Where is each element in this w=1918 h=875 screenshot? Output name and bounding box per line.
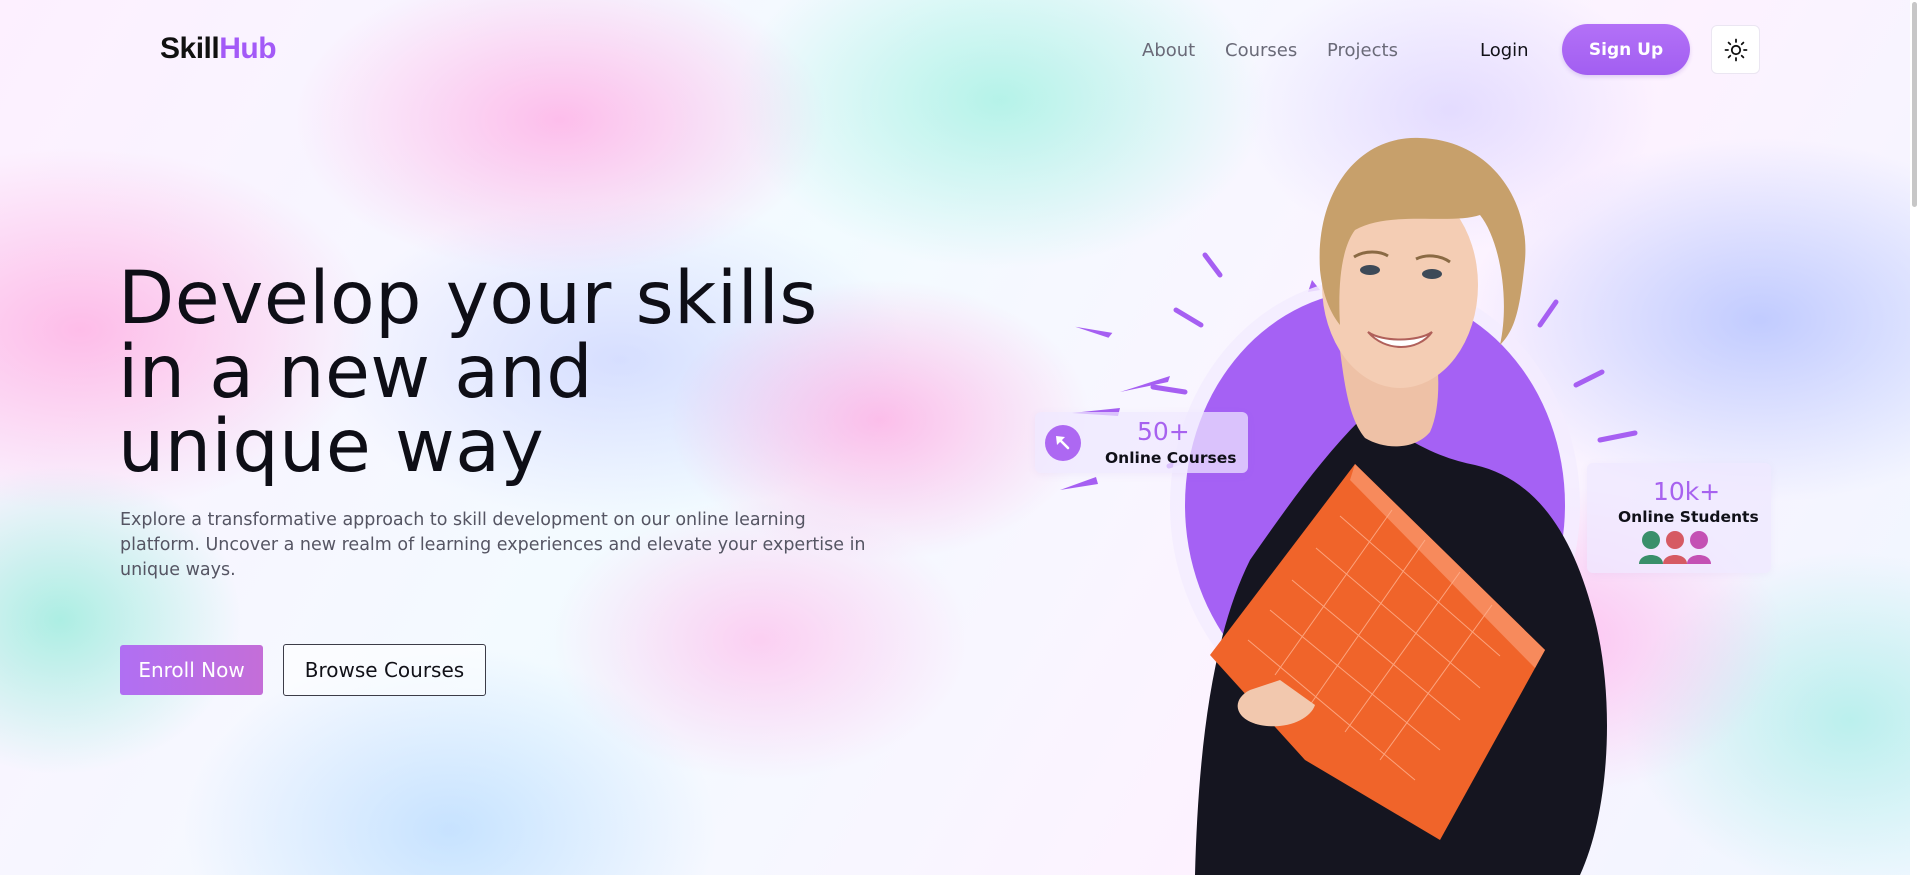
avatar-red [1663, 531, 1687, 564]
avatar-green [1639, 531, 1663, 564]
enroll-now-button[interactable]: Enroll Now [120, 645, 263, 695]
avatar-pink [1687, 531, 1711, 564]
logo-text-skill: Skill [160, 32, 220, 65]
signup-button[interactable]: Sign Up [1562, 24, 1690, 75]
headline-line-1: Develop your skills [118, 256, 818, 341]
login-link[interactable]: Login [1480, 40, 1529, 61]
hero-headline: Develop your skills in a new and unique … [118, 262, 878, 484]
sun-icon [1724, 38, 1747, 61]
arrow-up-left-icon [1045, 425, 1081, 461]
user-avatars-icon [1639, 531, 1711, 564]
logo-text-hub: Hub [219, 32, 277, 65]
courses-label: Online Courses [1105, 449, 1237, 467]
headline-line-3: unique way [118, 404, 545, 489]
browse-courses-button[interactable]: Browse Courses [283, 644, 486, 696]
nav-link-about[interactable]: About [1142, 40, 1195, 61]
nav-link-courses[interactable]: Courses [1225, 40, 1297, 61]
theme-toggle-button[interactable] [1711, 25, 1760, 74]
students-label: Online Students [1618, 508, 1759, 526]
hero-description: Explore a transformative approach to ski… [120, 510, 866, 580]
page-scrollbar[interactable] [1910, 0, 1918, 875]
skillhub-logo[interactable]: SkillHub [160, 32, 277, 66]
nav-link-projects[interactable]: Projects [1327, 40, 1398, 61]
courses-count: 50+ [1137, 417, 1190, 446]
headline-line-2: in a new and [118, 330, 594, 415]
students-count: 10k+ [1653, 477, 1721, 506]
scrollbar-thumb[interactable] [1912, 2, 1917, 207]
